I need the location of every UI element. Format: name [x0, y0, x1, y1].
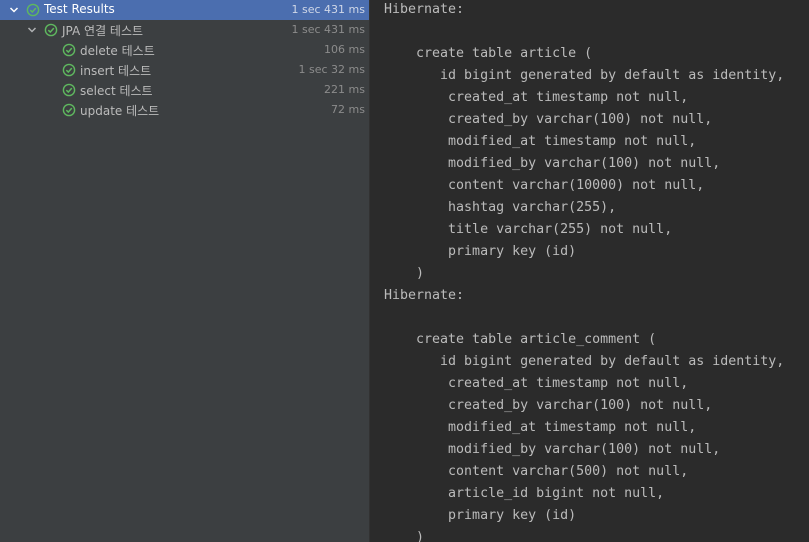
tree-test-item[interactable]: select 테스트 221 ms: [0, 80, 369, 100]
tree-item-label: delete 테스트: [80, 44, 155, 58]
tree-suite[interactable]: JPA 연결 테스트 1 sec 431 ms: [0, 20, 369, 40]
check-circle-icon: [62, 83, 76, 97]
check-circle-icon: [62, 103, 76, 117]
console-line: id bigint generated by default as identi…: [384, 68, 785, 83]
console-line: article_id bigint not null,: [384, 486, 665, 501]
tree-item-duration: 106 ms: [324, 43, 365, 56]
console-line: Hibernate:: [384, 2, 473, 17]
check-circle-icon: [44, 23, 58, 37]
console-line: content varchar(10000) not null,: [384, 178, 705, 193]
tree-item-duration: 1 sec 431 ms: [291, 3, 365, 16]
tree-root-test-results[interactable]: Test Results 1 sec 431 ms: [0, 0, 369, 20]
tree-item-duration: 1 sec 32 ms: [298, 63, 365, 76]
console-line: create table article_comment (: [384, 332, 657, 347]
console-line: primary key (id): [384, 508, 577, 523]
console-line: ): [384, 530, 425, 542]
console-line: primary key (id): [384, 244, 577, 259]
check-circle-icon: [62, 63, 76, 77]
check-circle-icon: [62, 43, 76, 57]
tree-item-label: Test Results: [44, 2, 115, 16]
check-circle-icon: [26, 3, 40, 17]
test-results-panel: Test Results 1 sec 431 ms JPA 연결 테스트 1 sec …: [0, 0, 369, 542]
tree-item-label: insert 테스트: [80, 64, 152, 78]
console-output[interactable]: Hibernate: create table article ( id big…: [384, 0, 784, 542]
tree-item-duration: 221 ms: [324, 83, 365, 96]
console-line: Hibernate:: [384, 288, 473, 303]
tree-item-duration: 72 ms: [331, 103, 365, 116]
tree-item-duration: 1 sec 431 ms: [291, 23, 365, 36]
console-line: id bigint generated by default as identi…: [384, 354, 785, 369]
console-line: created_at timestamp not null,: [384, 90, 689, 105]
console-line: title varchar(255) not null,: [384, 222, 673, 237]
console-line: created_by varchar(100) not null,: [384, 112, 713, 127]
console-line: created_by varchar(100) not null,: [384, 398, 713, 413]
console-line: content varchar(500) not null,: [384, 464, 689, 479]
tree-test-item[interactable]: insert 테스트 1 sec 32 ms: [0, 60, 369, 80]
tree-test-item[interactable]: delete 테스트 106 ms: [0, 40, 369, 60]
chevron-down-icon[interactable]: [26, 24, 38, 36]
console-line: created_at timestamp not null,: [384, 376, 689, 391]
console-line: modified_at timestamp not null,: [384, 134, 697, 149]
chevron-down-icon[interactable]: [8, 4, 20, 16]
console-line: modified_at timestamp not null,: [384, 420, 697, 435]
console-panel[interactable]: Hibernate: create table article ( id big…: [370, 0, 809, 542]
tree-test-item[interactable]: update 테스트 72 ms: [0, 100, 369, 120]
tree-item-label: select 테스트: [80, 84, 153, 98]
console-line: hashtag varchar(255),: [384, 200, 617, 215]
tree-item-label: update 테스트: [80, 104, 160, 118]
console-line: modified_by varchar(100) not null,: [384, 442, 721, 457]
tree-item-label: JPA 연결 테스트: [62, 24, 144, 38]
console-line: create table article (: [384, 46, 593, 61]
console-line: modified_by varchar(100) not null,: [384, 156, 721, 171]
console-line: ): [384, 266, 425, 281]
